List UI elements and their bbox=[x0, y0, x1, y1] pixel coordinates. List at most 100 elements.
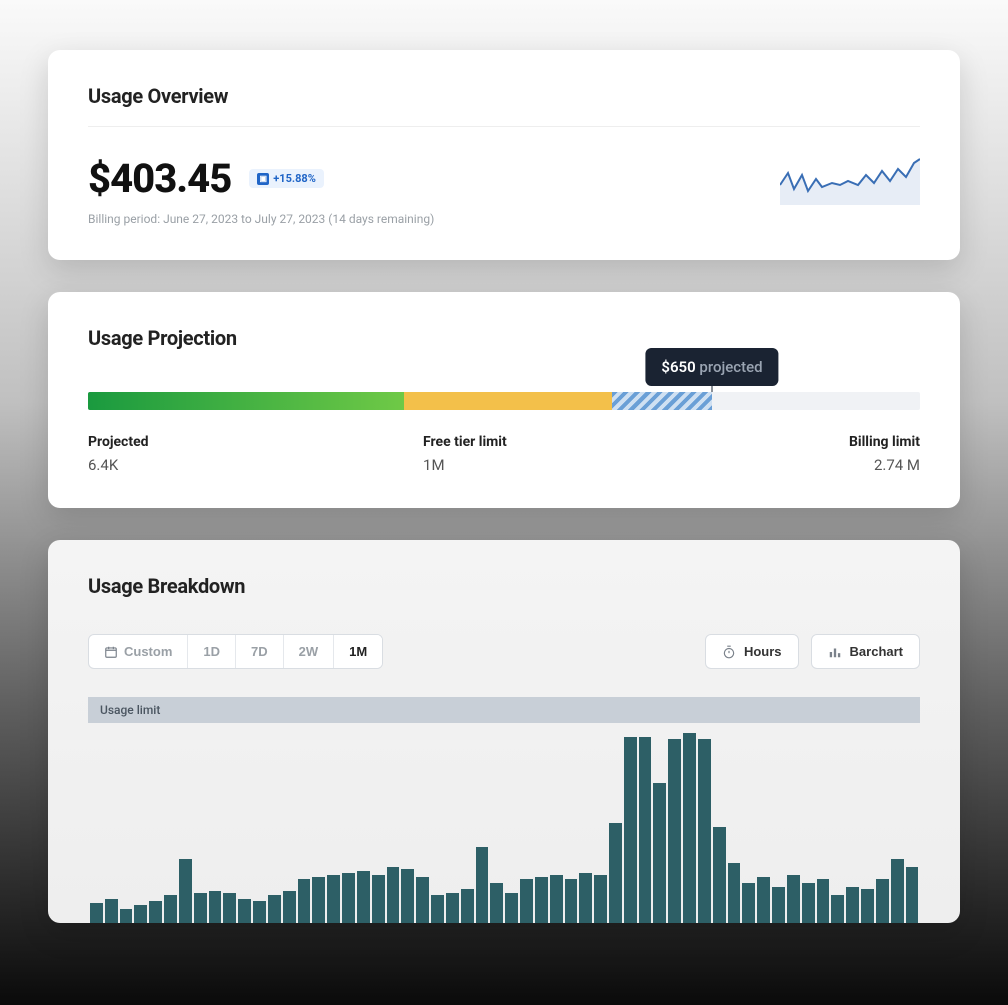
bar bbox=[891, 859, 904, 923]
bar bbox=[387, 867, 400, 923]
bar bbox=[268, 895, 281, 923]
billing-limit-value: 2.74 M bbox=[849, 456, 920, 474]
bar bbox=[446, 893, 459, 923]
bar bbox=[565, 879, 578, 923]
free-tier-value: 1M bbox=[423, 456, 507, 474]
bar bbox=[698, 739, 711, 923]
bar bbox=[90, 903, 103, 923]
bar bbox=[802, 883, 815, 923]
breakdown-bars bbox=[88, 723, 920, 923]
barchart-icon bbox=[828, 645, 842, 659]
projection-col-free: Free tier limit 1M bbox=[423, 434, 507, 474]
bar bbox=[876, 879, 889, 923]
calendar-icon bbox=[104, 645, 118, 659]
bar bbox=[831, 895, 844, 923]
usage-projection-card: Usage Projection $650 projected Projecte… bbox=[48, 292, 960, 508]
usage-projection-title: Usage Projection bbox=[88, 326, 920, 350]
divider bbox=[88, 126, 920, 127]
bar bbox=[579, 873, 592, 923]
range-custom-label: Custom bbox=[124, 644, 172, 659]
bar bbox=[787, 875, 800, 923]
bar bbox=[357, 871, 370, 923]
bar bbox=[846, 887, 859, 923]
bar bbox=[653, 783, 666, 923]
bar bbox=[668, 739, 681, 923]
bar bbox=[520, 879, 533, 923]
bar bbox=[372, 875, 385, 923]
bar bbox=[772, 887, 785, 923]
breakdown-chart: Usage limit bbox=[88, 697, 920, 923]
range-2w-button[interactable]: 2W bbox=[284, 635, 335, 668]
projection-segment-used bbox=[88, 392, 404, 410]
usage-sparkline bbox=[780, 155, 920, 205]
delta-icon: ▣ bbox=[257, 173, 269, 185]
chart-type-button[interactable]: Barchart bbox=[811, 634, 920, 669]
bar bbox=[728, 863, 741, 923]
hours-toggle-button[interactable]: Hours bbox=[705, 634, 799, 669]
bar bbox=[713, 827, 726, 923]
bar bbox=[550, 875, 563, 923]
bar bbox=[906, 867, 919, 923]
usage-breakdown-title: Usage Breakdown bbox=[88, 574, 920, 598]
range-7d-button[interactable]: 7D bbox=[236, 635, 284, 668]
bar bbox=[476, 847, 489, 923]
bar bbox=[431, 895, 444, 923]
bar bbox=[490, 883, 503, 923]
billing-period-text: Billing period: June 27, 2023 to July 27… bbox=[88, 212, 434, 226]
range-custom-button[interactable]: Custom bbox=[89, 635, 188, 668]
projected-value: 6.4K bbox=[88, 456, 149, 474]
bar bbox=[149, 901, 162, 923]
billing-limit-label: Billing limit bbox=[849, 434, 920, 450]
projection-bar bbox=[88, 392, 920, 410]
time-range-selector: Custom 1D 7D 2W 1M bbox=[88, 634, 383, 669]
bar bbox=[312, 877, 325, 923]
delta-value: +15.88% bbox=[273, 172, 316, 185]
bar bbox=[683, 733, 696, 923]
projection-col-projected: Projected 6.4K bbox=[88, 434, 149, 474]
free-tier-label: Free tier limit bbox=[423, 434, 507, 450]
bar bbox=[179, 859, 192, 923]
projection-col-billing: Billing limit 2.74 M bbox=[849, 434, 920, 474]
hours-label: Hours bbox=[744, 644, 782, 659]
projection-segment-projected bbox=[612, 392, 712, 410]
bar bbox=[757, 877, 770, 923]
bar bbox=[209, 891, 222, 923]
bar bbox=[238, 899, 251, 923]
range-1m-button[interactable]: 1M bbox=[334, 635, 382, 668]
bar bbox=[342, 873, 355, 923]
bar bbox=[253, 901, 266, 923]
tooltip-amount: $650 bbox=[661, 358, 695, 376]
usage-breakdown-card: Usage Breakdown Custom 1D 7D 2W 1M bbox=[48, 540, 960, 923]
chart-type-label: Barchart bbox=[850, 644, 903, 659]
bar bbox=[742, 883, 755, 923]
bar bbox=[223, 893, 236, 923]
usage-overview-card: Usage Overview $403.45 ▣ +15.88% Billing… bbox=[48, 50, 960, 260]
bar bbox=[505, 893, 518, 923]
bar bbox=[535, 877, 548, 923]
bar bbox=[194, 893, 207, 923]
projection-tooltip: $650 projected bbox=[645, 348, 778, 386]
bar bbox=[298, 879, 311, 923]
usage-overview-title: Usage Overview bbox=[88, 84, 920, 108]
bar bbox=[327, 875, 340, 923]
bar bbox=[817, 879, 830, 923]
bar bbox=[283, 891, 296, 923]
bar bbox=[624, 737, 637, 923]
bar bbox=[401, 869, 414, 923]
tooltip-word: projected bbox=[699, 358, 762, 376]
stopwatch-icon bbox=[722, 645, 736, 659]
bar bbox=[164, 895, 177, 923]
projected-label: Projected bbox=[88, 434, 149, 450]
usage-amount: $403.45 bbox=[88, 155, 231, 202]
projection-segment-free-tier bbox=[404, 392, 612, 410]
delta-badge: ▣ +15.88% bbox=[249, 169, 324, 188]
range-1d-button[interactable]: 1D bbox=[188, 635, 236, 668]
bar bbox=[594, 875, 607, 923]
bar bbox=[134, 905, 147, 923]
usage-limit-bar: Usage limit bbox=[88, 697, 920, 723]
bar bbox=[861, 889, 874, 923]
bar bbox=[639, 737, 652, 923]
bar bbox=[105, 899, 118, 923]
bar bbox=[120, 909, 133, 923]
bar bbox=[461, 889, 474, 923]
